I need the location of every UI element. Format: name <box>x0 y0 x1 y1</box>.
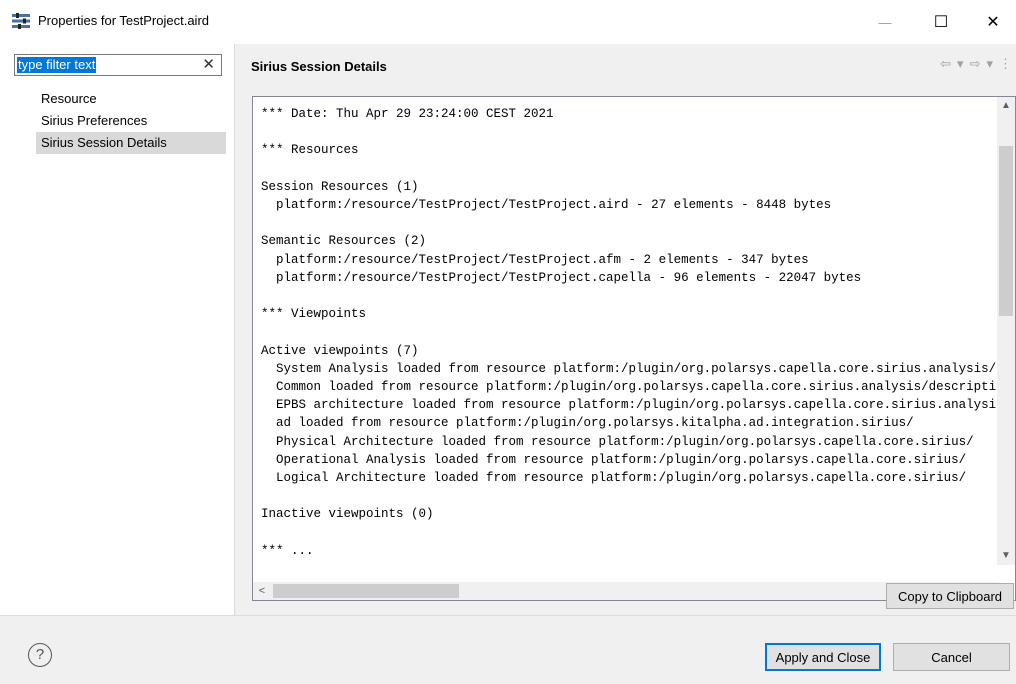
dialog-button-bar: ? Apply and Close Cancel <box>0 615 1016 684</box>
details-line: EPBS architecture loaded from resource p… <box>261 398 999 413</box>
details-line: ad loaded from resource platform:/plugin… <box>261 416 914 431</box>
title-bar: Properties for TestProject.aird — ☐ ✕ <box>0 0 1016 44</box>
scroll-up-icon[interactable]: ▲ <box>997 97 1015 115</box>
window-title: Properties for TestProject.aird <box>38 13 209 28</box>
close-icon: ✕ <box>986 14 1000 31</box>
minimize-icon: — <box>878 14 892 30</box>
details-line: platform:/resource/TestProject/TestProje… <box>261 198 832 213</box>
session-details-textarea[interactable]: *** Date: Thu Apr 29 23:24:00 CEST 2021 … <box>252 96 1016 601</box>
details-line: System Analysis loaded from resource pla… <box>276 361 999 376</box>
vertical-scroll-thumb[interactable] <box>999 146 1013 316</box>
section-header: Sirius Session Details ⇦ ▾ ⇨ ▾ ⋮ <box>236 44 1016 88</box>
help-icon[interactable]: ? <box>28 643 52 667</box>
details-line: *** ... <box>261 543 314 555</box>
cancel-button[interactable]: Cancel <box>893 643 1010 671</box>
details-line <box>261 487 999 505</box>
details-line: Physical Architecture loaded from resour… <box>261 434 974 449</box>
details-line: Logical Architecture loaded from resourc… <box>261 471 967 486</box>
view-menu-icon[interactable]: ⋮ <box>999 56 1012 72</box>
back-arrow-icon[interactable]: ⇦ <box>940 56 951 72</box>
details-line: *** Date: Thu Apr 29 23:24:00 CEST 2021 <box>261 107 554 121</box>
details-line: Active viewpoints (7) <box>261 343 419 358</box>
copy-to-clipboard-button[interactable]: Copy to Clipboard <box>886 583 1014 609</box>
details-text: *** Date: Thu Apr 29 23:24:00 CEST 2021 … <box>261 105 999 555</box>
maximize-button[interactable]: ☐ <box>918 0 964 44</box>
scroll-down-icon[interactable]: ▼ <box>997 547 1015 565</box>
close-window-button[interactable]: ✕ <box>970 0 1016 44</box>
apply-and-close-button[interactable]: Apply and Close <box>765 643 881 671</box>
scroll-left-icon[interactable]: < <box>253 582 271 600</box>
details-line <box>261 323 999 341</box>
filter-input[interactable]: type filter text ✕ <box>14 54 222 76</box>
details-line <box>261 524 999 542</box>
back-dropdown-icon[interactable]: ▾ <box>957 56 964 72</box>
forward-arrow-icon[interactable]: ⇨ <box>970 56 981 72</box>
clear-filter-icon[interactable]: ✕ <box>202 56 215 74</box>
tree-item-sirius-preferences[interactable]: Sirius Preferences <box>36 110 226 132</box>
navigation-controls: ⇦ ▾ ⇨ ▾ ⋮ <box>940 56 1012 72</box>
properties-tree: Resource Sirius Preferences Sirius Sessi… <box>36 88 226 154</box>
details-line <box>261 214 999 232</box>
navigation-pane: type filter text ✕ Resource Sirius Prefe… <box>0 44 235 615</box>
tree-item-resource[interactable]: Resource <box>36 88 226 110</box>
filter-text[interactable]: type filter text <box>17 57 97 73</box>
minimize-button[interactable]: — <box>862 0 908 44</box>
details-line: Common loaded from resource platform:/pl… <box>261 380 999 395</box>
details-viewport: *** Date: Thu Apr 29 23:24:00 CEST 2021 … <box>253 97 999 555</box>
details-line <box>261 287 999 305</box>
horizontal-scroll-thumb[interactable] <box>273 584 459 598</box>
details-line: platform:/resource/TestProject/TestProje… <box>261 252 809 267</box>
forward-dropdown-icon[interactable]: ▾ <box>986 56 993 72</box>
details-line: Operational Analysis loaded from resourc… <box>261 452 967 467</box>
details-line <box>261 123 999 141</box>
details-line: *** Viewpoints <box>261 307 367 322</box>
maximize-icon: ☐ <box>933 14 949 31</box>
vertical-scrollbar[interactable]: ▲ ▼ <box>997 97 1015 565</box>
details-line <box>261 160 999 178</box>
details-line: platform:/resource/TestProject/TestProje… <box>261 270 862 285</box>
details-line: Semantic Resources (2) <box>261 234 427 249</box>
section-title: Sirius Session Details <box>251 59 387 74</box>
details-line: Session Resources (1) <box>261 179 419 194</box>
tree-item-sirius-session-details[interactable]: Sirius Session Details <box>36 132 226 154</box>
content-pane: Sirius Session Details ⇦ ▾ ⇨ ▾ ⋮ *** Dat… <box>236 44 1016 615</box>
details-line: Inactive viewpoints (0) <box>261 507 434 522</box>
details-line: *** Resources <box>261 143 359 158</box>
properties-icon <box>12 13 30 29</box>
